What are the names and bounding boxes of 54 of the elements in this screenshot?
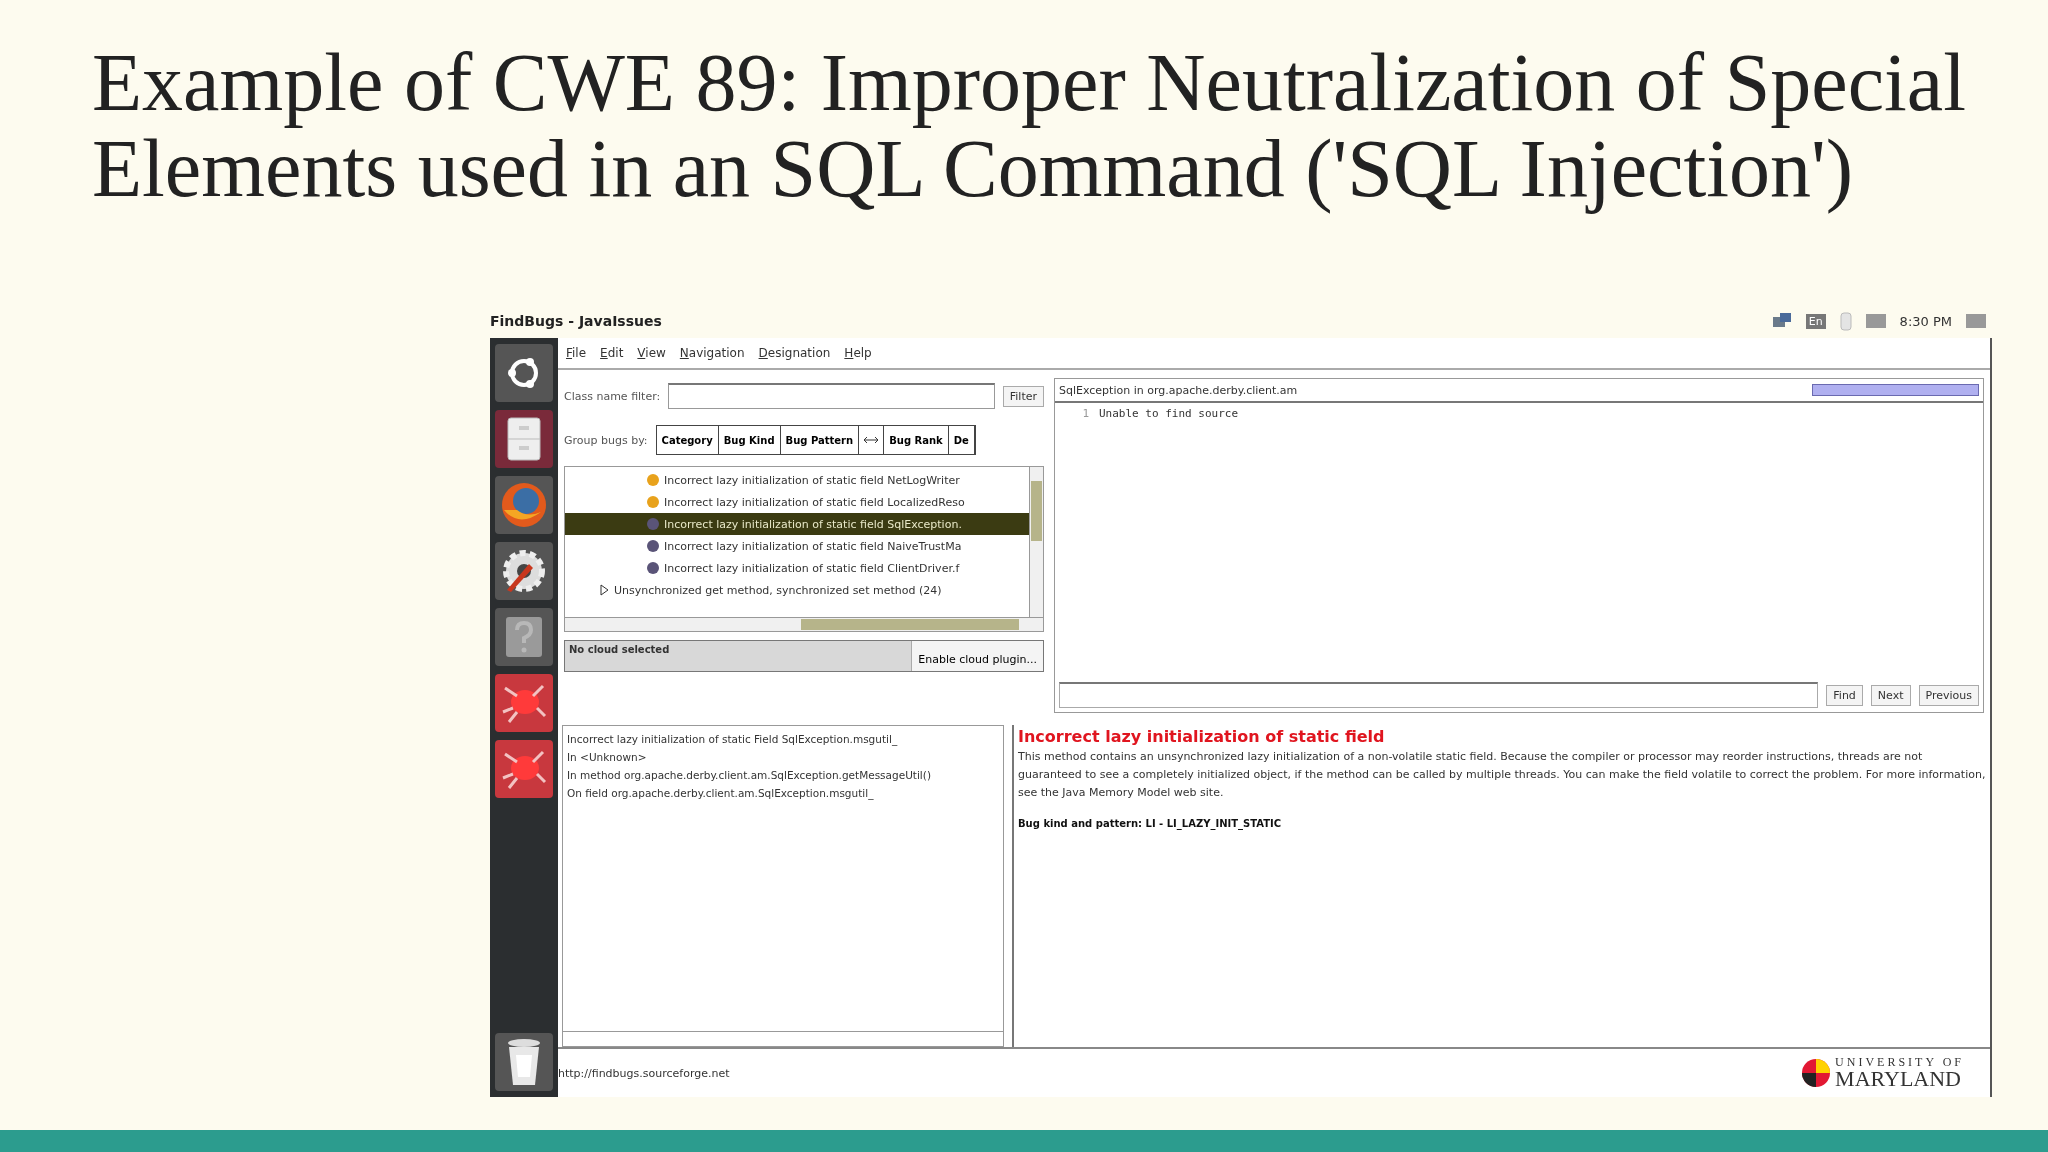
class-filter-field[interactable] (668, 383, 995, 409)
menu-item[interactable]: Help (844, 346, 872, 360)
status-url: http://findbugs.sourceforge.net (558, 1066, 730, 1080)
drag-arrows-icon (863, 436, 880, 444)
bug-description: This method contains an unsynchronized lazy initialization of a non-volatile static field. Because the compiler or processor may reorder instructions, threads are not guaranteed to see a completely initialized object, if the method can be called by multiple threads. You can make the field volatile to correct the problem. For more information, see the Java Memory Model web site. (1018, 749, 1986, 801)
bug-label: Incorrect lazy initialization of static field NetLogWriter (664, 473, 960, 487)
source-tab-bar[interactable] (1812, 384, 1979, 396)
horizontal-scrollbar[interactable] (565, 617, 1043, 631)
bug-item[interactable]: Incorrect lazy initialization of static field ClientDriver.f (565, 557, 1029, 579)
menu-item[interactable]: Edit (600, 346, 624, 360)
logo-text: UNIVERSITY OF (1835, 1056, 1964, 1068)
slide-title: Example of CWE 89: Improper Neutralization of Special Elements used in an SQL Command ('SQL Injection') (92, 40, 1967, 212)
clock[interactable]: 8:30 PM (1899, 313, 1952, 329)
line-number: 1 (1081, 407, 1089, 420)
globe-icon[interactable] (499, 480, 549, 530)
keyboard-layout-indicator[interactable]: En (1805, 313, 1826, 329)
bug-item[interactable]: Incorrect lazy initialization of static field LocalizedReso (565, 491, 1029, 513)
find-button[interactable]: Next (1870, 684, 1911, 706)
source-title: SqlException in org.apache.derby.client.am (1059, 383, 1298, 397)
category-label[interactable]: Unsynchronized get method, synchronized set method (24) (614, 583, 942, 597)
menu-item[interactable]: File (566, 346, 587, 360)
find-button[interactable]: Find (1826, 684, 1863, 706)
cabinet-icon[interactable] (506, 416, 542, 462)
bug-label: Incorrect lazy initialization of static field ClientDriver.f (664, 561, 960, 575)
bug-title: Incorrect lazy initialization of static field (1018, 727, 1386, 746)
window-title: FindBugs - JavaIssues (490, 313, 662, 329)
cloud-status: No cloud selected (568, 643, 671, 657)
bug-label: Incorrect lazy initialization of static field SqlException. (664, 517, 962, 531)
filter-button[interactable]: Filter (1002, 385, 1044, 407)
collapsed-triangle-icon[interactable] (599, 584, 609, 596)
shield-icon (1801, 1057, 1832, 1089)
menu-item[interactable]: View (637, 346, 666, 360)
bug-pattern: Bug kind and pattern: LI - LI_LAZY_INIT_STATIC (1018, 818, 1283, 829)
bug-item[interactable]: Incorrect lazy initialization of static field NetLogWriter (565, 469, 1029, 491)
summary-line: In <Unknown> (567, 750, 648, 765)
bug-label: Incorrect lazy initialization of static field NaiveTrustMa (664, 539, 962, 553)
bug-label: Incorrect lazy initialization of static field LocalizedReso (664, 495, 965, 509)
logo-text: MARYLAND (1835, 1068, 1962, 1090)
group-by-label: Group bugs by: (564, 433, 648, 447)
source-line: Unable to find source (1099, 407, 1239, 420)
menu-item[interactable]: Navigation (679, 346, 745, 360)
filter-label: Class name filter: (564, 389, 661, 403)
find-field[interactable] (1059, 682, 1819, 708)
bug-item[interactable]: Incorrect lazy initialization of static field NaiveTrustMa (565, 535, 1029, 557)
summary-line: On field org.apache.derby.client.am.SqlException.msgutil_ (567, 786, 875, 802)
network-icon[interactable] (1771, 312, 1792, 330)
bug-item[interactable]: Incorrect lazy initialization of static field SqlException. (565, 513, 1029, 535)
help-icon[interactable] (504, 615, 544, 659)
menu-item[interactable]: Designation (758, 346, 831, 360)
summary-line: Incorrect lazy initialization of static Field SqlException.msgutil_ (567, 732, 899, 748)
enable-cloud-button[interactable]: Enable cloud plugin... (911, 641, 1043, 671)
find-button[interactable]: Previous (1918, 684, 1979, 706)
summary-line: In method org.apache.derby.client.am.SqlException.getMessageUtil() (567, 768, 932, 783)
vertical-scrollbar[interactable] (1029, 467, 1043, 617)
